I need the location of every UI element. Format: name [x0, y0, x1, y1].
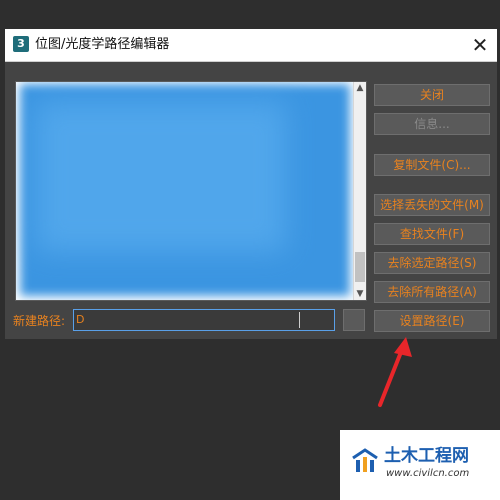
text-caret	[299, 312, 300, 328]
watermark-url: www.civilcn.com	[386, 468, 470, 479]
new-path-label: 新建路径:	[13, 314, 66, 328]
strip-selected-paths-button[interactable]: 去除选定路径(S)	[374, 252, 490, 274]
arrow-shaft	[378, 345, 405, 407]
civilcn-logo-icon	[352, 448, 378, 472]
blurred-list-highlight	[36, 102, 286, 252]
red-arrow-annotation	[378, 337, 412, 407]
strip-all-paths-button[interactable]: 去除所有路径(A)	[374, 281, 490, 303]
scroll-up-arrow-icon[interactable]: ▲	[354, 82, 366, 94]
title-bar[interactable]: 3 位图/光度学路径编辑器 ✕	[5, 29, 497, 62]
list-scrollbar[interactable]: ▲ ▼	[353, 82, 366, 300]
copy-files-button[interactable]: 复制文件(C)...	[374, 154, 490, 176]
scroll-down-arrow-icon[interactable]: ▼	[354, 288, 366, 300]
set-path-button[interactable]: 设置路径(E)	[374, 310, 490, 332]
close-window-button[interactable]: ✕	[469, 34, 491, 56]
info-button[interactable]: 信息...	[374, 113, 490, 135]
arrow-head	[394, 337, 412, 357]
path-list[interactable]: ▲ ▼	[15, 81, 367, 301]
close-button[interactable]: 关闭	[374, 84, 490, 106]
browse-path-button[interactable]	[343, 309, 365, 331]
scroll-thumb[interactable]	[355, 252, 365, 282]
window-title: 位图/光度学路径编辑器	[35, 37, 170, 52]
path-editor-dialog: 3 位图/光度学路径编辑器 ✕ ▲ ▼ 关闭 信息... 复制文件(C)... …	[5, 29, 497, 339]
watermark-title: 土木工程网	[384, 446, 469, 466]
new-path-input[interactable]: D	[73, 309, 335, 331]
find-files-button[interactable]: 查找文件(F)	[374, 223, 490, 245]
select-missing-files-button[interactable]: 选择丢失的文件(M)	[374, 194, 490, 216]
new-path-value: D	[76, 313, 85, 326]
close-icon: ✕	[471, 33, 489, 57]
app-3dsmax-icon: 3	[13, 36, 29, 52]
watermark: 土木工程网 www.civilcn.com	[340, 430, 500, 500]
